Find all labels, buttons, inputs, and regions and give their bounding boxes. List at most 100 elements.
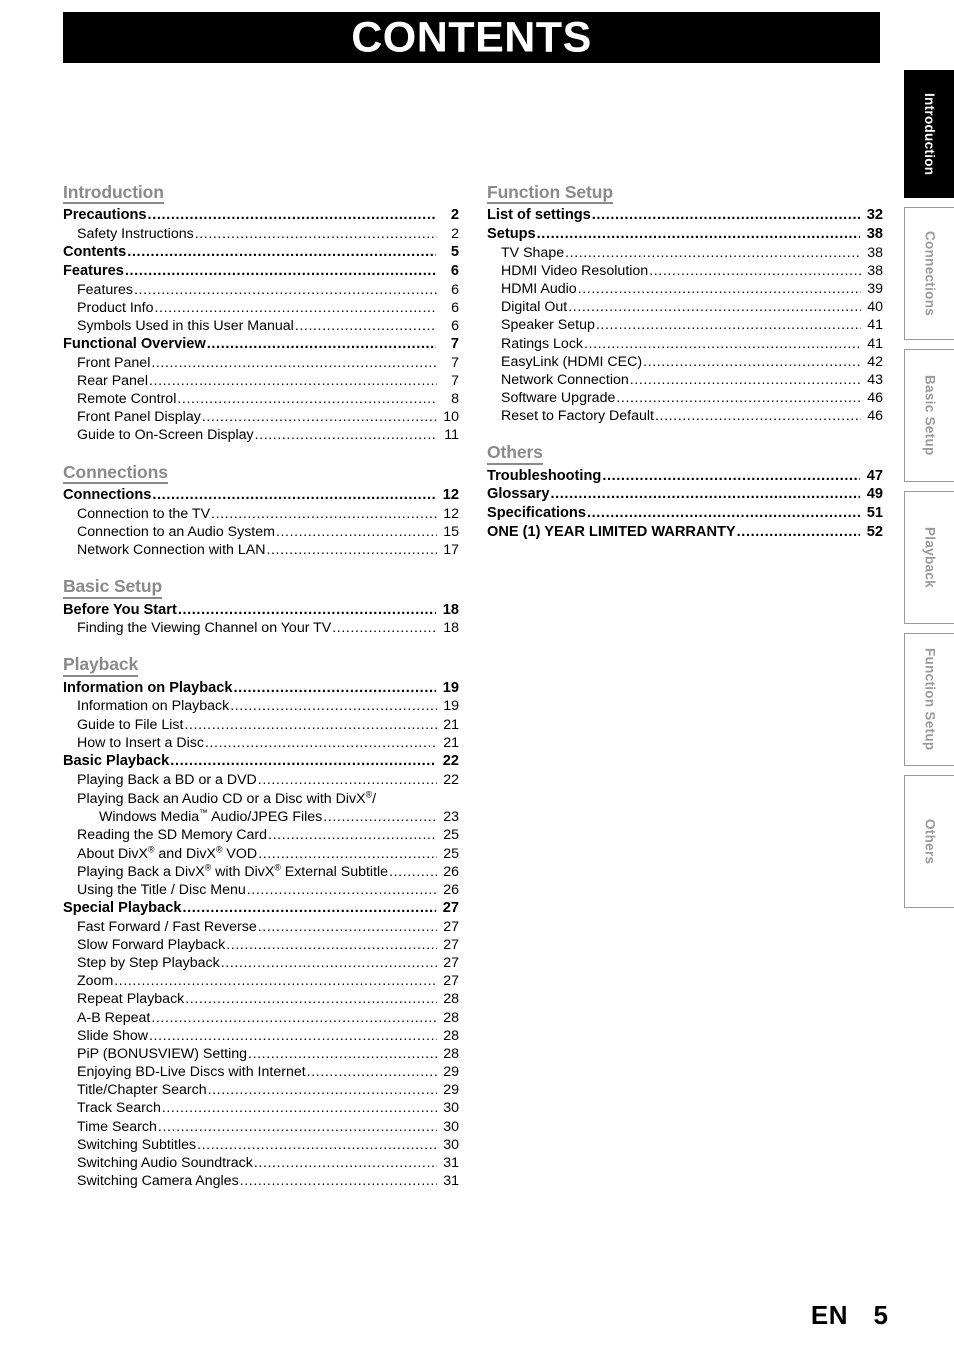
toc-entry[interactable]: Features 6 <box>63 262 459 281</box>
footer-page-number: 5 <box>873 1300 888 1330</box>
toc-entry[interactable]: Before You Start 18 <box>63 601 459 620</box>
toc-entry-page: 27 <box>443 973 459 990</box>
chapter-tab-playback[interactable]: Playback <box>904 491 954 624</box>
toc-entry[interactable]: Enjoying BD-Live Discs with Internet 29 <box>77 1063 459 1081</box>
toc-entry-page: 22 <box>443 771 459 788</box>
toc-entry-page: 41 <box>867 317 883 334</box>
toc-entry[interactable]: Functional Overview 7 <box>63 335 459 354</box>
chapter-tab-introduction[interactable]: Introduction <box>904 70 954 198</box>
toc-entry-label: Enjoying BD-Live Discs with Internet <box>77 1064 306 1081</box>
toc-entry[interactable]: Contents 5 <box>63 243 459 262</box>
toc-entry[interactable]: Product Info 6 <box>77 299 459 317</box>
chapter-tab-basic-setup[interactable]: Basic Setup <box>904 349 954 482</box>
chapter-tab-rail: Introduction Connections Basic Setup Playba… <box>904 70 954 917</box>
toc-entry[interactable]: Repeat Playback 28 <box>77 990 459 1008</box>
toc-section: Function Setup List of settings 32 Setups 38… <box>487 183 883 425</box>
toc-entry[interactable]: Switching Audio Soundtrack 31 <box>77 1154 459 1172</box>
toc-entry[interactable]: List of settings 32 <box>487 206 883 225</box>
toc-entry-page: 7 <box>451 354 459 371</box>
toc-entry[interactable]: Information on Playback 19 <box>63 679 459 698</box>
toc-entry[interactable]: Title/Chapter Search 29 <box>77 1081 459 1099</box>
toc-leader-dots <box>649 262 861 276</box>
toc-entry[interactable]: About DivX® and DivX® VOD 25 <box>77 844 459 863</box>
toc-entry-page: 22 <box>442 752 459 769</box>
toc-entry-label: Features <box>77 281 133 298</box>
toc-entry[interactable]: Basic Playback 22 <box>63 752 459 771</box>
toc-entry[interactable]: Zoom 27 <box>77 972 459 990</box>
toc-entry[interactable]: Remote Control 8 <box>77 390 459 408</box>
toc-entry[interactable]: Reading the SD Memory Card 25 <box>77 826 459 844</box>
toc-entry[interactable]: Slow Forward Playback 27 <box>77 936 459 954</box>
toc-entry[interactable]: Finding the Viewing Channel on Your TV 18 <box>77 619 459 637</box>
toc-leader-dots <box>185 990 437 1004</box>
toc-entry[interactable]: Switching Subtitles 30 <box>77 1136 459 1154</box>
toc-entry-label: Ratings Lock <box>501 335 584 352</box>
toc-entry[interactable]: Information on Playback 19 <box>77 697 459 715</box>
toc-entry[interactable]: Software Upgrade 46 <box>501 389 883 407</box>
toc-entry[interactable]: Guide to On-Screen Display 11 <box>77 426 459 444</box>
toc-entry[interactable]: Playing Back a BD or a DVD 22 <box>77 771 459 789</box>
toc-entry[interactable]: Playing Back a DivX® with DivX® External… <box>77 863 459 881</box>
chapter-tab-connections[interactable]: Connections <box>904 207 954 340</box>
toc-entry[interactable]: Front Panel 7 <box>77 354 459 372</box>
toc-entry-label: Speaker Setup <box>501 317 595 334</box>
toc-entry-label: Reading the SD Memory Card <box>77 827 268 844</box>
toc-entry[interactable]: Track Search 30 <box>77 1099 459 1117</box>
toc-leader-dots <box>226 936 437 950</box>
toc-entry-page: 39 <box>867 281 883 298</box>
toc-entry[interactable]: Connection to an Audio System 15 <box>77 523 459 541</box>
toc-entry[interactable]: Reset to Factory Default 46 <box>501 407 883 425</box>
toc-entry[interactable]: Features 6 <box>77 281 459 299</box>
toc-entry[interactable]: Special Playback 27 <box>63 899 459 918</box>
toc-entry[interactable]: HDMI Audio 39 <box>501 280 883 298</box>
toc-leader-dots <box>587 504 860 519</box>
toc-entry[interactable]: ONE (1) YEAR LIMITED WARRANTY 52 <box>487 523 883 542</box>
toc-entry[interactable]: Symbols Used in this User Manual 6 <box>77 317 459 335</box>
toc-entry[interactable]: How to Insert a Disc 21 <box>77 734 459 752</box>
toc-entry[interactable]: Safety Instructions 2 <box>77 225 459 243</box>
toc-entry[interactable]: PiP (BONUSVIEW) Setting 28 <box>77 1045 459 1063</box>
toc-entry[interactable]: Using the Title / Disc Menu 26 <box>77 881 459 899</box>
toc-entry[interactable]: Switching Camera Angles 31 <box>77 1172 459 1190</box>
toc-entry[interactable]: Playing Back an Audio CD or a Disc with … <box>77 789 459 808</box>
toc-entry[interactable]: Time Search 30 <box>77 1118 459 1136</box>
toc-entry[interactable]: Connections 12 <box>63 486 459 505</box>
toc-entry-label: Special Playback <box>63 900 182 917</box>
toc-entry[interactable]: Network Connection 43 <box>501 371 883 389</box>
toc-entry[interactable]: Fast Forward / Fast Reverse 27 <box>77 918 459 936</box>
toc-leader-dots <box>592 206 860 221</box>
toc-entry[interactable]: TV Shape 38 <box>501 244 883 262</box>
toc-entry-label: Contents <box>63 244 127 261</box>
toc-entry[interactable]: Specifications 51 <box>487 504 883 523</box>
toc-entry-page: 10 <box>443 409 459 426</box>
toc-entry[interactable]: Glossary 49 <box>487 485 883 504</box>
toc-entry[interactable]: Step by Step Playback 27 <box>77 954 459 972</box>
toc-entry-label: ONE (1) YEAR LIMITED WARRANTY <box>487 523 736 540</box>
toc-entry-page: 21 <box>443 716 459 733</box>
toc-leader-dots <box>248 1045 437 1059</box>
toc-entry[interactable]: Slide Show 28 <box>77 1027 459 1045</box>
toc-entry-page: 29 <box>443 1082 459 1099</box>
toc-entry[interactable]: Digital Out 40 <box>501 298 883 316</box>
toc-entry-label: Windows Media™ Audio/JPEG Files <box>99 807 323 826</box>
toc-entry[interactable]: Windows Media™ Audio/JPEG Files 23 <box>99 808 459 826</box>
toc-entry[interactable]: Connection to the TV 12 <box>77 505 459 523</box>
toc-entry[interactable]: A-B Repeat 28 <box>77 1009 459 1027</box>
toc-entry[interactable]: Setups 38 <box>487 225 883 244</box>
toc-entry[interactable]: Speaker Setup 41 <box>501 316 883 334</box>
toc-entry[interactable]: Front Panel Display 10 <box>77 408 459 426</box>
toc-entry[interactable]: Rear Panel 7 <box>77 372 459 390</box>
toc-entry[interactable]: Network Connection with LAN 17 <box>77 541 459 559</box>
chapter-tab-label: Others <box>922 818 938 865</box>
toc-entry[interactable]: EasyLink (HDMI CEC) 42 <box>501 353 883 371</box>
toc-entry-page: 12 <box>442 486 459 503</box>
toc-entry[interactable]: Precautions 2 <box>63 206 459 225</box>
chapter-tab-others[interactable]: Others <box>904 775 954 908</box>
toc-entry[interactable]: Ratings Lock 41 <box>501 335 883 353</box>
toc-entry-page: 27 <box>443 936 459 953</box>
chapter-tab-function-setup[interactable]: Function Setup <box>904 633 954 766</box>
toc-entry-page: 18 <box>442 601 459 618</box>
toc-entry[interactable]: Guide to File List 21 <box>77 716 459 734</box>
toc-entry[interactable]: HDMI Video Resolution 38 <box>501 262 883 280</box>
toc-entry[interactable]: Troubleshooting 47 <box>487 467 883 486</box>
